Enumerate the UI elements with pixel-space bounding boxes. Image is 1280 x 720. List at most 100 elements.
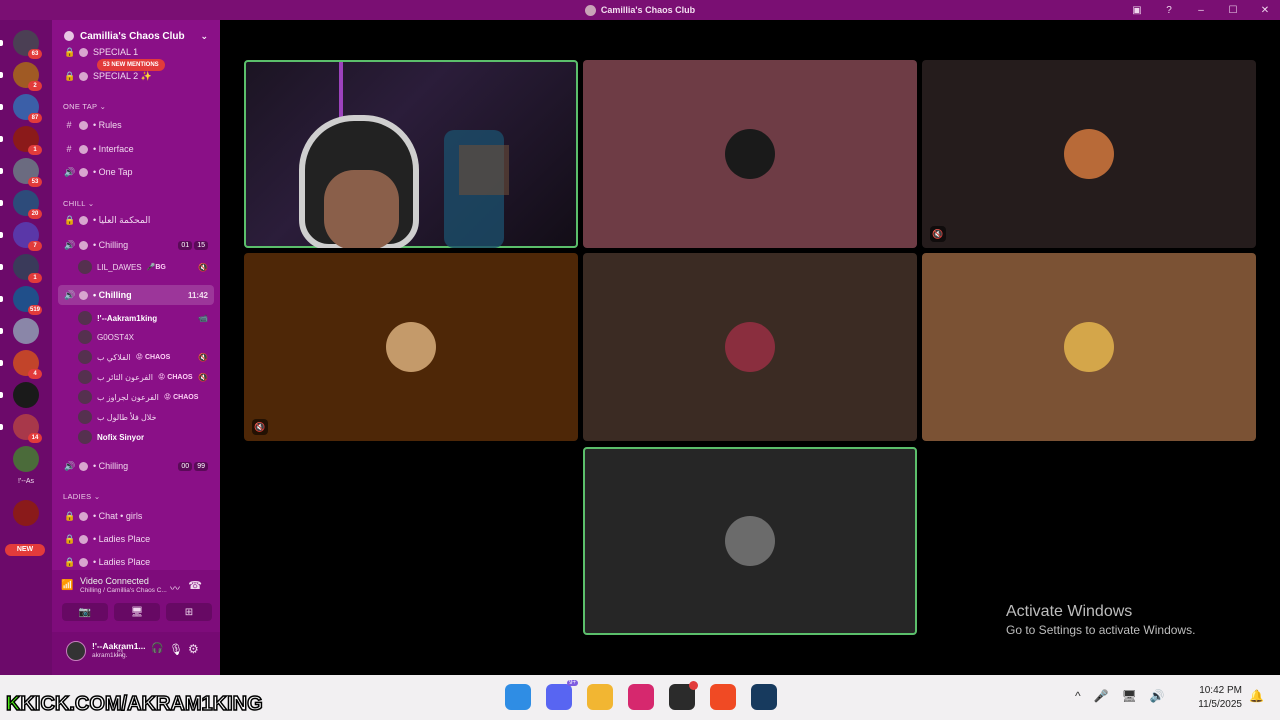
channel-type-icon: 🔊 <box>64 166 76 177</box>
camera-button[interactable]: 📷 <box>62 603 108 621</box>
server-icon[interactable] <box>13 318 39 344</box>
channel-item[interactable]: 🔊 • One Tap <box>58 162 214 182</box>
server-icon[interactable]: 63 <box>13 30 42 59</box>
voice-user-count: 00 99 <box>178 461 208 471</box>
file-explorer-icon[interactable] <box>587 684 613 710</box>
unread-indicator <box>0 200 3 206</box>
minimize-button[interactable]: – <box>1194 5 1208 16</box>
notification-bell-icon[interactable]: 🔔 <box>1249 689 1264 703</box>
voice-channel-path[interactable]: Chilling / Camillia's Chaos C... <box>80 587 204 594</box>
noise-suppression-icon[interactable]: 〰 <box>170 580 180 595</box>
tray-display-icon[interactable]: 🖥 <box>1122 689 1137 703</box>
channel-type-icon: 🔊 <box>64 289 76 300</box>
inbox-icon[interactable]: ▣ <box>1130 5 1144 16</box>
participant-tile[interactable]: 🔇 <box>922 60 1256 248</box>
voice-user[interactable]: G0OST4X <box>78 328 214 346</box>
server-icon[interactable]: 519 <box>13 286 42 315</box>
voice-user[interactable]: خلال فلأ طالول ب <box>78 408 214 426</box>
voice-user[interactable]: Nofix Sinyor <box>78 428 214 446</box>
disconnect-icon[interactable]: ☎ <box>188 579 202 592</box>
voice-user-name: الفلاكي ب <box>97 352 131 362</box>
screen-share-button[interactable]: 🖥 <box>114 603 160 621</box>
voice-user-avatar <box>78 370 92 384</box>
voice-user-avatar <box>78 260 92 274</box>
category-ladies[interactable]: LADIES ⌄ <box>63 492 100 501</box>
category-one-tap[interactable]: ONE TAP ⌄ <box>63 102 106 111</box>
participant-tile[interactable] <box>922 253 1256 441</box>
channel-item[interactable]: # • Rules <box>58 115 214 135</box>
voice-user[interactable]: LIL_DAWES 🎤BG 🔇 <box>78 258 214 276</box>
voice-user[interactable]: الفرعون لجراوز ب 😡 CHAOS <box>78 388 214 406</box>
chevron-down-icon[interactable]: ⌄ <box>200 31 208 42</box>
tray-microphone-icon[interactable]: 🎤 <box>1094 689 1109 703</box>
participant-tile[interactable] <box>583 60 917 248</box>
channel-name: • Chilling <box>93 461 129 471</box>
participant-avatar <box>725 516 775 566</box>
participant-tile[interactable] <box>583 253 917 441</box>
tray-chevron-up-icon[interactable]: ^ <box>1075 689 1081 703</box>
server-icon[interactable] <box>13 382 39 408</box>
server-icon[interactable] <box>13 446 39 472</box>
participant-tile[interactable]: 🔇 <box>244 253 578 441</box>
channel-name: SPECIAL 2 ✨ <box>93 70 152 81</box>
maximize-button[interactable]: ☐ <box>1226 5 1240 16</box>
microphone-icon[interactable]: 🎙 <box>169 643 183 656</box>
channel-type-icon: 🔒 <box>64 533 76 544</box>
server-icon[interactable] <box>13 500 39 526</box>
channel-item[interactable]: 🔊 • Chilling 00 99 <box>58 456 214 476</box>
instagram-icon[interactable] <box>628 684 654 710</box>
voice-user-tag: 🎤BG <box>146 264 166 271</box>
obs-icon[interactable] <box>669 681 698 710</box>
folder-label[interactable]: !'--As <box>13 478 39 488</box>
server-globe-icon <box>64 31 74 41</box>
taskbar-clock[interactable]: 10:42 PM 11/5/2025 <box>1186 684 1242 712</box>
window-controls: ▣ ? – ☐ ✕ <box>1130 0 1272 20</box>
server-icon[interactable]: 1 <box>13 254 42 283</box>
new-mentions-badge[interactable]: 53 NEW MENTIONS <box>97 59 165 71</box>
tray-volume-icon[interactable]: 🔊 <box>1150 689 1165 703</box>
voice-user-avatar <box>78 410 92 424</box>
activities-button[interactable]: ⊞ <box>166 603 212 621</box>
taskbar: KKICK.COM/AKRAM1KING 9+ ^ 🎤 🖥 🔊 10:42 PM… <box>0 675 1280 720</box>
unread-indicator <box>0 392 3 398</box>
signal-icon[interactable]: 📶 <box>61 580 73 591</box>
channel-item[interactable]: 🔊 • Chilling 01 15 <box>58 235 214 255</box>
server-icon[interactable]: 7 <box>13 222 42 251</box>
steam-icon[interactable] <box>751 684 777 710</box>
participant-tile[interactable] <box>583 447 917 635</box>
new-servers-badge[interactable]: NEW <box>5 544 45 556</box>
close-button[interactable]: ✕ <box>1258 5 1272 16</box>
camera-video-tile[interactable] <box>244 60 578 248</box>
unread-indicator <box>0 296 3 302</box>
server-icon[interactable]: 20 <box>13 190 42 219</box>
discord-icon[interactable]: 9+ <box>546 680 578 710</box>
channel-emoji-icon <box>79 290 88 300</box>
discord-app: Camillia's Chaos Club ▣ ? – ☐ ✕ !'--As N… <box>0 0 1280 720</box>
windows-start-icon[interactable] <box>505 684 531 710</box>
voice-user[interactable]: !'--Aakram1king 📹 <box>78 309 214 327</box>
channel-item[interactable]: # • Interface <box>58 139 214 159</box>
channel-emoji-icon <box>79 461 88 471</box>
server-icon[interactable]: 53 <box>13 158 42 187</box>
channel-item[interactable]: 🔒 • Ladies Place <box>58 529 214 549</box>
server-icon[interactable]: 14 <box>13 414 42 443</box>
unread-indicator <box>0 328 3 334</box>
gear-icon[interactable]: ⚙ <box>188 642 199 656</box>
channel-type-icon: 🔒 <box>64 214 76 225</box>
channel-item[interactable]: 🔒 • Ladies Place <box>58 552 214 572</box>
help-icon[interactable]: ? <box>1162 5 1176 16</box>
server-icon[interactable]: 2 <box>13 62 42 91</box>
category-chill[interactable]: CHILL ⌄ <box>63 199 94 208</box>
server-icon[interactable]: 4 <box>13 350 42 379</box>
kick-overlay-text: KKICK.COM/AKRAM1KING <box>5 692 263 716</box>
channel-item[interactable]: 🔒 • Chat • girls <box>58 506 214 526</box>
brave-icon[interactable] <box>710 684 736 710</box>
channel-item[interactable]: 🔒 • المحكمة العليا <box>58 210 214 230</box>
user-avatar[interactable] <box>66 641 86 661</box>
channel-item[interactable]: 🔊 • Chilling 11:42 <box>58 285 214 305</box>
server-icon[interactable]: 87 <box>13 94 42 123</box>
voice-user[interactable]: الفرعون الثائر ب 😡 CHAOS 🔇 <box>78 368 214 386</box>
voice-user[interactable]: الفلاكي ب 😡 CHAOS 🔇 <box>78 348 214 366</box>
server-icon[interactable]: 1 <box>13 126 42 155</box>
headphones-icon[interactable]: 🎧 <box>151 643 163 654</box>
